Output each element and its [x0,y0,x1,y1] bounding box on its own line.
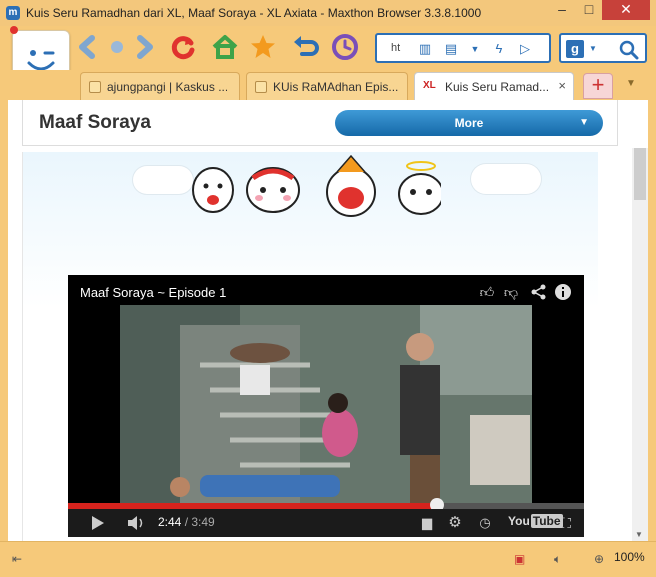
xl-favicon-icon: XL [423,80,436,91]
thumbs-up-icon[interactable]: 👍︎ [478,283,496,301]
tab-label: ajungpangi | Kaskus ... [107,80,227,94]
video-frame[interactable] [120,305,532,505]
tab-kuis-seru-active[interactable]: XL Kuis Seru Ramad... × [414,72,574,100]
history-clock-icon[interactable] [330,32,360,62]
more-label: More [454,116,484,130]
tab-label: KUis RaMAdhan Epis... [273,80,398,94]
web-content: Maaf Soraya More ▼ Maaf Soraya ~ Episode… [8,100,648,541]
back-icon[interactable] [72,32,102,62]
share-icon[interactable] [530,283,548,301]
popup-blocker-icon[interactable]: ▣ [514,550,525,568]
video-scene-image [120,305,532,505]
forward-icon[interactable] [130,32,160,62]
minimize-button[interactable]: – [548,0,576,20]
tab-list-dropdown-icon[interactable]: ▼ [626,78,636,89]
video-player[interactable]: Maaf Soraya ~ Episode 1 👍︎ 👎︎ 2:44 / 3:4… [68,275,584,537]
navigation-toolbar: ht ▥ ▤ ▼ ϟ ▷ g ▼ [0,26,656,90]
maxthon-app-icon[interactable]: m [6,6,20,20]
page-title: Maaf Soraya [39,112,151,133]
fullscreen-icon[interactable]: ⛶ [556,514,576,532]
favorites-star-icon[interactable] [248,32,278,62]
info-icon[interactable] [554,283,572,301]
page-favicon-icon [255,81,267,93]
new-tab-button[interactable]: + [583,73,613,99]
video-title[interactable]: Maaf Soraya ~ Episode 1 [80,285,226,300]
pin-icon [10,26,18,34]
scrollbar-thumb[interactable] [634,148,646,200]
watch-later-clock-icon[interactable]: ◷ [476,514,494,532]
page-favicon-icon [89,81,101,93]
volume-icon[interactable] [126,514,146,532]
quick-action-bolt-icon[interactable]: ϟ [491,41,507,57]
thumbs-down-icon[interactable]: 👎︎ [502,283,520,301]
tab-kaskus[interactable]: ajungpangi | Kaskus ... [80,72,240,100]
maximize-button[interactable]: □ [576,0,602,20]
video-duration: / 3:49 [184,515,215,529]
captions-icon[interactable]: ▆ [418,514,436,532]
tab-bar: ajungpangi | Kaskus ... KUis RaMAdhan Ep… [0,70,656,100]
home-icon[interactable] [210,32,240,62]
video-time: 2:44 / 3:49 [158,515,215,529]
tab-label: Kuis Seru Ramad... [445,80,549,94]
undo-icon[interactable] [290,32,320,62]
search-engine-google-icon[interactable]: g [566,40,584,58]
address-dropdown-icon[interactable]: ▼ [467,41,483,57]
search-icon[interactable] [619,40,639,60]
reader-book-icon[interactable]: ▥ [417,41,433,57]
scroll-down-arrow-icon[interactable]: ▼ [635,530,643,539]
video-current-time: 2:44 [158,515,182,529]
zoom-level[interactable]: 100% [614,550,645,564]
address-bar[interactable]: ht ▥ ▤ ▼ ϟ ▷ [375,33,551,63]
sound-speaker-icon[interactable]: 🔈︎ [554,550,561,568]
address-text[interactable]: ht [391,42,400,54]
close-button[interactable]: ✕ [602,0,650,20]
video-sniffer-icon[interactable]: ▤ [443,41,459,57]
page-header: Maaf Soraya More ▼ [22,100,618,146]
cartoon-characters-illustration [192,154,441,217]
search-engine-dropdown-icon[interactable]: ▼ [589,44,597,53]
stop-dot-icon[interactable] [102,32,132,62]
youtube-logo-you: You [508,514,530,528]
tab-kuis-ramadhan[interactable]: KUis RaMAdhan Epis... [246,72,408,100]
video-top-actions: 👍︎ 👎︎ [478,283,578,301]
sidebar-toggle-icon[interactable]: ⇤ [12,550,22,568]
status-bar: ⇤ ▣ 🔈︎ ⊕ 100% [0,541,656,577]
window-title: Kuis Seru Ramadhan dari XL, Maaf Soraya … [26,6,482,20]
more-dropdown-button[interactable]: More ▼ [335,110,603,136]
cloud-decoration [133,166,193,194]
tab-close-icon[interactable]: × [558,78,566,93]
refresh-icon[interactable] [168,32,198,62]
play-icon[interactable] [88,514,106,532]
ramadhan-banner: Maaf Soraya ~ Episode 1 👍︎ 👎︎ 2:44 / 3:4… [22,152,598,541]
vertical-scrollbar[interactable]: ▼ [632,148,648,541]
chevron-down-icon: ▼ [579,117,589,128]
video-controls: 2:44 / 3:49 ▆ ⚙ ◷ You Tube ⛶ [68,509,584,537]
cloud-decoration [471,164,541,194]
settings-gear-icon[interactable]: ⚙ [446,514,464,532]
title-bar: m Kuis Seru Ramadhan dari XL, Maaf Soray… [0,0,656,26]
go-arrow-icon[interactable]: ▷ [517,41,533,57]
zoom-magnifier-icon[interactable]: ⊕ [594,550,604,568]
search-box[interactable]: g ▼ [559,33,647,63]
youtube-logo[interactable]: You Tube [508,514,563,532]
